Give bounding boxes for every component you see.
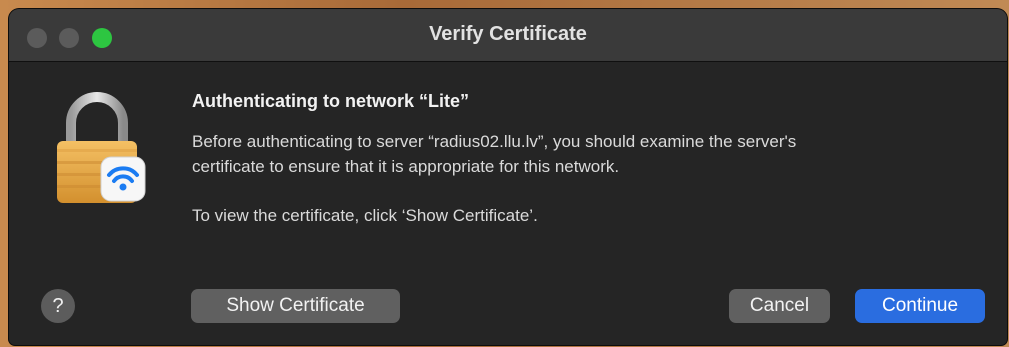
- window-title: Verify Certificate: [429, 23, 587, 45]
- dialog-heading: Authenticating to network “Lite”: [192, 91, 469, 111]
- help-button[interactable]: ?: [41, 289, 75, 323]
- continue-button[interactable]: Continue: [855, 289, 985, 323]
- cancel-button[interactable]: Cancel: [729, 289, 830, 323]
- verify-certificate-dialog: Verify Certificate Authenticating to net: [9, 9, 1007, 345]
- show-certificate-button[interactable]: Show Certificate: [191, 289, 400, 323]
- dialog-message-line-2: certificate to ensure that it is appropr…: [192, 157, 620, 176]
- titlebar: Verify Certificate: [9, 9, 1007, 62]
- lock-wifi-icon: [57, 92, 146, 203]
- dialog-message-line-1: Before authenticating to server “radius0…: [192, 132, 797, 151]
- dialog-instruction: To view the certificate, click ‘Show Cer…: [192, 206, 538, 225]
- dialog-message: Before authenticating to server “radius0…: [192, 129, 972, 179]
